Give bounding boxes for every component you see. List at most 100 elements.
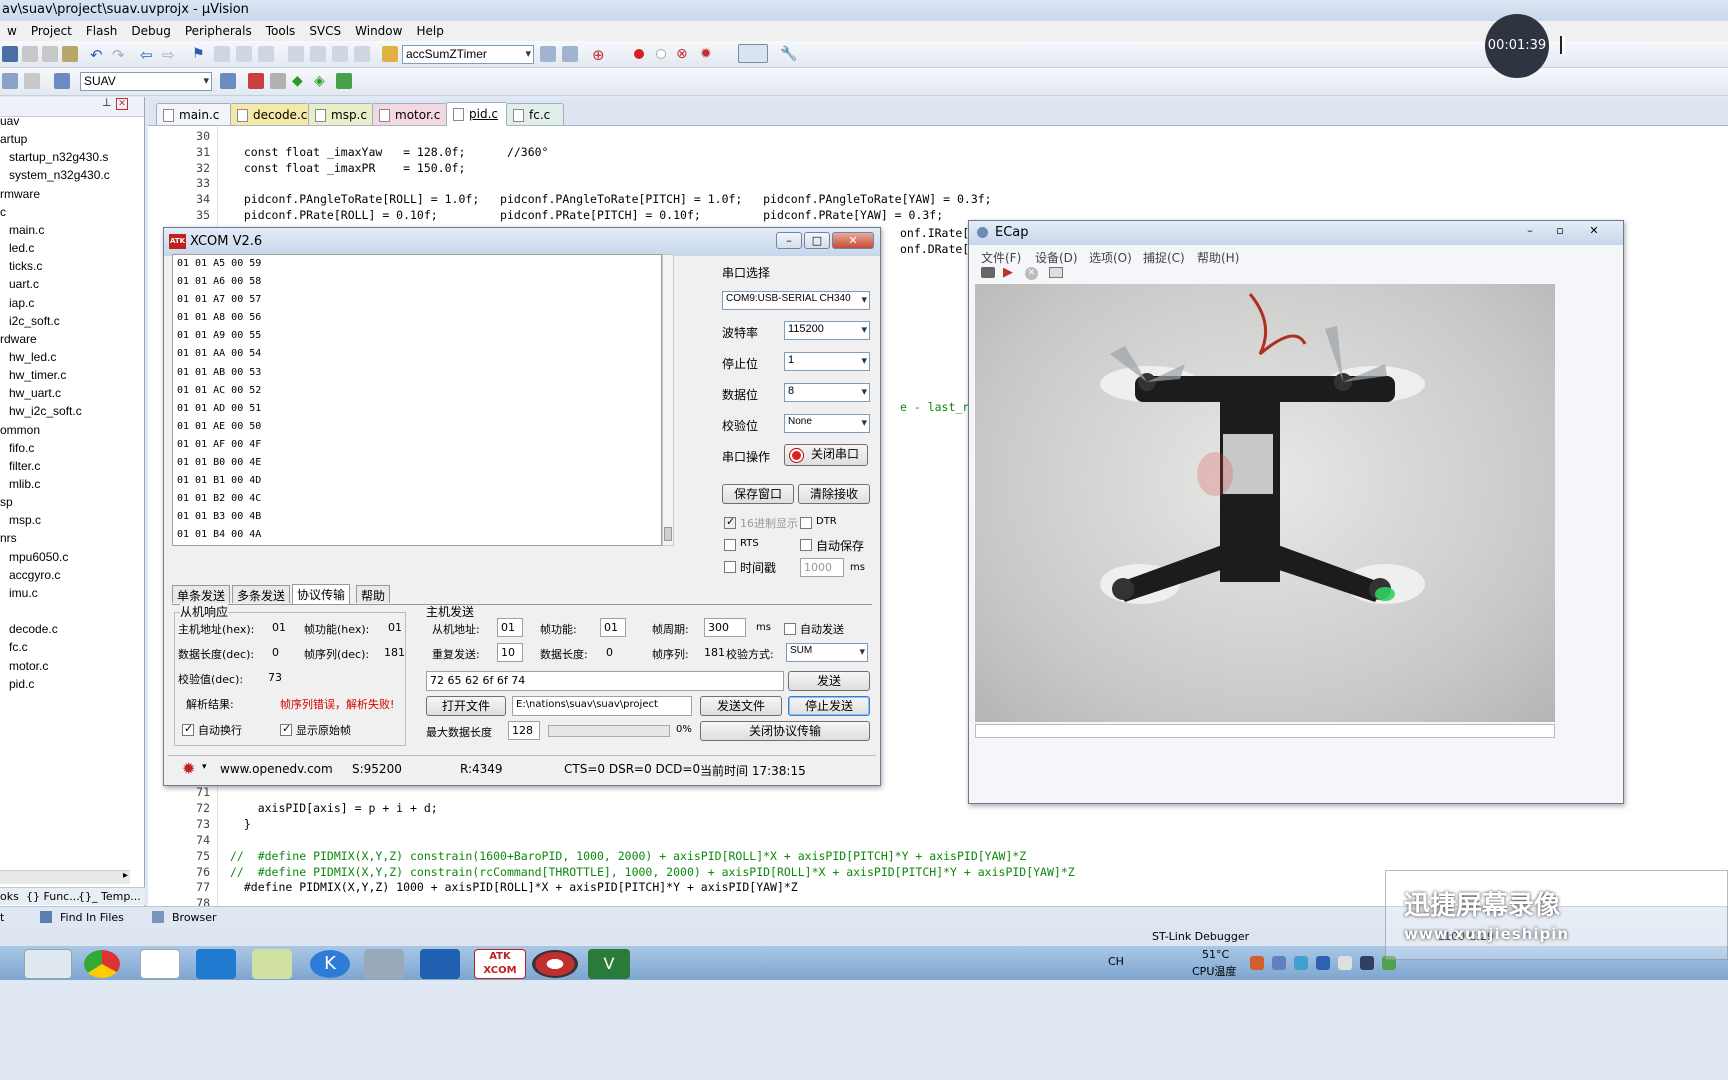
code-line[interactable]: pidconf.PAngleToRate[ROLL] = 1.0f; pidco…: [230, 192, 992, 206]
tree-item[interactable]: artup: [0, 132, 27, 146]
tree-item[interactable]: mlib.c: [9, 477, 40, 491]
maximize-button[interactable]: ▫: [1547, 223, 1573, 240]
close-port-button[interactable]: 关闭串口: [784, 444, 868, 466]
code-line[interactable]: axisPID[axis] = p + i + d;: [230, 801, 438, 815]
uncomment-icon[interactable]: [354, 46, 370, 62]
payload-input[interactable]: 72 65 62 6f 6f 74: [426, 671, 784, 691]
back-icon[interactable]: ⇦: [140, 46, 156, 64]
tab-fc-c[interactable]: fc.c: [506, 103, 564, 125]
tab-templates[interactable]: {}_ Temp...: [78, 890, 141, 903]
settings-gear-icon[interactable]: ✹: [182, 759, 195, 778]
tab-build-output[interactable]: t: [0, 911, 4, 924]
menu-debug[interactable]: Debug: [124, 21, 177, 41]
translate-icon[interactable]: [2, 73, 18, 89]
pack-installer-icon[interactable]: ◈: [314, 73, 330, 89]
tab-msp-c[interactable]: msp.c: [308, 103, 374, 125]
data-bits-select[interactable]: 8: [784, 383, 870, 402]
tab-main-c[interactable]: main.c: [156, 103, 232, 125]
outdent-icon[interactable]: [310, 46, 326, 62]
tree-item[interactable]: rdware: [0, 332, 37, 346]
tree-item[interactable]: led.c: [9, 241, 34, 255]
menu-capture[interactable]: 捕捉(C): [1143, 249, 1185, 266]
manage-rte-icon[interactable]: [336, 73, 352, 89]
paste-icon[interactable]: [62, 46, 78, 62]
webcam-icon[interactable]: [364, 949, 404, 979]
tree-item[interactable]: fc.c: [9, 640, 28, 654]
incremental-find-icon[interactable]: [562, 46, 578, 62]
tree-item[interactable]: accgyro.c: [9, 568, 60, 582]
dtr-checkbox[interactable]: [800, 517, 812, 529]
tree-item[interactable]: uart.c: [9, 277, 39, 291]
debug-start-icon[interactable]: ⊕: [592, 46, 608, 64]
app-icon[interactable]: [252, 949, 292, 979]
open-file-button[interactable]: 打开文件: [426, 696, 506, 716]
tree-item[interactable]: uav: [0, 114, 19, 128]
tree-item[interactable]: c: [0, 205, 6, 219]
tab-multi-send[interactable]: 多条发送: [232, 585, 291, 603]
code-line[interactable]: #define PIDMIX(X,Y,Z) 1000 + axisPID[ROL…: [230, 880, 798, 894]
bookmark-next-icon[interactable]: [236, 46, 252, 62]
send-button[interactable]: 发送: [788, 671, 870, 691]
indent-icon[interactable]: [288, 46, 304, 62]
tree-item[interactable]: filter.c: [9, 459, 40, 473]
menu-options[interactable]: 选项(O): [1089, 249, 1132, 266]
tab-functions[interactable]: {} Func...: [26, 890, 80, 903]
snapshot-icon[interactable]: [1049, 267, 1063, 278]
menu-svcs[interactable]: SVCS: [302, 21, 348, 41]
auto-save-checkbox[interactable]: [800, 539, 812, 551]
parity-select[interactable]: None: [784, 414, 870, 433]
save-window-button[interactable]: 保存窗口: [722, 484, 794, 504]
tree-item[interactable]: imu.c: [9, 586, 38, 600]
receive-scrollbar[interactable]: [662, 254, 674, 546]
bookmark-prev-icon[interactable]: [214, 46, 230, 62]
rts-checkbox[interactable]: [724, 539, 736, 551]
timestamp-checkbox[interactable]: [724, 561, 736, 573]
frame-period-input[interactable]: 300: [704, 618, 746, 637]
tree-item[interactable]: i2c_soft.c: [9, 314, 60, 328]
recorder-icon[interactable]: [420, 949, 460, 979]
code-line[interactable]: // #define PIDMIX(X,Y,Z) constrain(1600+…: [230, 849, 1026, 863]
chrome-icon[interactable]: [84, 950, 120, 978]
repeat-input[interactable]: 10: [497, 643, 523, 662]
menu-help[interactable]: Help: [409, 21, 450, 41]
open-icon[interactable]: [2, 46, 18, 62]
record-play-icon[interactable]: ▶: [1003, 265, 1013, 280]
tree-item[interactable]: ticks.c: [9, 259, 42, 273]
menu-tools[interactable]: Tools: [259, 21, 303, 41]
auto-send-checkbox[interactable]: [784, 623, 796, 635]
calculator-icon[interactable]: [24, 949, 72, 979]
camera-icon[interactable]: [981, 267, 995, 278]
menu-flash[interactable]: Flash: [79, 21, 124, 41]
scroll-right-icon[interactable]: ▸: [123, 870, 128, 881]
tree-item[interactable]: ommon: [0, 423, 40, 437]
frame-func-input[interactable]: 01: [600, 618, 626, 637]
pause-icon[interactable]: [1560, 36, 1565, 54]
bookmark-clear-icon[interactable]: [258, 46, 274, 62]
menu-project[interactable]: Project: [24, 21, 79, 41]
tree-item[interactable]: nrs: [0, 531, 17, 545]
xcom-taskbar-icon[interactable]: ATK XCOM: [474, 949, 526, 979]
website-link[interactable]: www.openedv.com: [220, 762, 333, 776]
menu-help[interactable]: 帮助(H): [1197, 249, 1239, 266]
tree-item[interactable]: main.c: [9, 223, 44, 237]
file-extensions-icon[interactable]: [270, 73, 286, 89]
tab-help[interactable]: 帮助: [356, 585, 391, 603]
undo-icon[interactable]: ↶: [90, 46, 106, 64]
port-select[interactable]: COM9:USB-SERIAL CH340: [722, 291, 870, 310]
tray-icon[interactable]: [1316, 956, 1330, 970]
show-raw-checkbox[interactable]: [280, 722, 292, 736]
tab-find-in-files[interactable]: Find In Files: [60, 911, 124, 924]
close-protocol-button[interactable]: 关闭协议传输: [700, 721, 870, 741]
minimize-button[interactable]: –: [776, 232, 802, 249]
slave-addr-input[interactable]: 01: [497, 618, 523, 637]
cut-icon[interactable]: [22, 46, 38, 62]
app-icon[interactable]: [532, 950, 578, 978]
redo-icon[interactable]: ↷: [112, 46, 128, 64]
tree-item[interactable]: mpu6050.c: [9, 550, 68, 564]
scroll-thumb[interactable]: [664, 527, 672, 541]
manage-components-icon[interactable]: [248, 73, 264, 89]
find-in-files-icon[interactable]: [382, 46, 398, 62]
function-combo[interactable]: accSumZTimer: [402, 45, 534, 64]
bluetooth-icon[interactable]: [1360, 956, 1374, 970]
tab-single-send[interactable]: 单条发送: [172, 585, 231, 603]
